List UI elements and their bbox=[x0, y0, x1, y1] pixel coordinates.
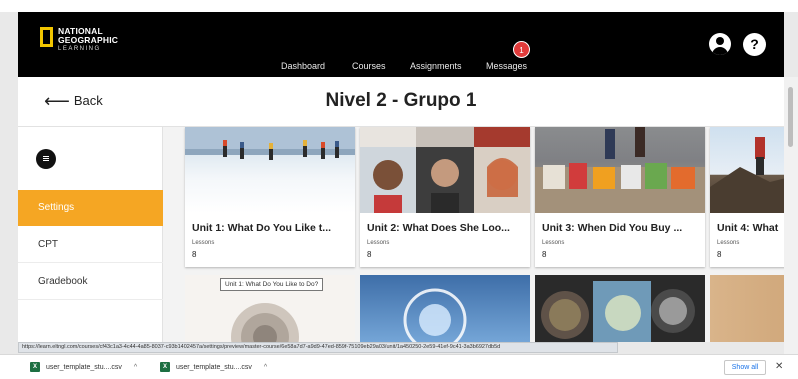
unit-3-title: Unit 3: When Did You Buy ... bbox=[542, 222, 683, 234]
unit-4-lessons-label: Lessons bbox=[717, 240, 740, 246]
unit-card-8[interactable] bbox=[710, 275, 784, 342]
unit-1-lessons-label: Lessons bbox=[192, 240, 215, 246]
unit-2-title: Unit 2: What Does She Loo... bbox=[367, 222, 510, 234]
unit-2-lessons-count: 8 bbox=[367, 250, 372, 259]
unit-1-image bbox=[185, 127, 355, 213]
logo-yellow-frame-icon bbox=[40, 27, 53, 47]
app-header: NATIONAL GEOGRAPHIC LEARNING Dashboard C… bbox=[18, 12, 784, 77]
unit-title-tooltip: Unit 1: What Do You Like to Do? bbox=[220, 278, 324, 291]
close-icon[interactable]: ✕ bbox=[775, 361, 783, 372]
nav-messages[interactable]: Messages bbox=[486, 61, 527, 71]
logo-line3: LEARNING bbox=[58, 46, 101, 52]
download-item-1-name: user_template_stu....csv bbox=[46, 363, 122, 371]
unit-card-6[interactable] bbox=[360, 275, 530, 342]
unit-4-lessons-count: 8 bbox=[717, 250, 722, 259]
unit-3-image bbox=[535, 127, 705, 213]
menu-icon[interactable] bbox=[36, 149, 56, 169]
chevron-up-icon[interactable]: ^ bbox=[264, 364, 267, 371]
title-bar: ⟵ Back Nivel 2 - Grupo 1 bbox=[18, 77, 784, 127]
unit-card-2[interactable]: Unit 2: What Does She Loo... Lessons 8 bbox=[360, 127, 530, 267]
unit-2-lessons-label: Lessons bbox=[367, 240, 390, 246]
sidebar-item-settings[interactable]: Settings bbox=[18, 190, 163, 226]
unit-card-7[interactable] bbox=[535, 275, 705, 342]
unit-1-lessons-count: 8 bbox=[192, 250, 197, 259]
unit-4-image bbox=[710, 127, 784, 213]
help-button[interactable]: ? bbox=[743, 33, 766, 56]
sidebar-item-cpt[interactable]: CPT bbox=[18, 227, 163, 263]
unit-card-1[interactable]: Unit 1: What Do You Like t... Lessons 8 bbox=[185, 127, 355, 267]
course-units-grid: Unit 1: What Do You Like t... Lessons 8 … bbox=[163, 127, 784, 342]
unit-3-lessons-label: Lessons bbox=[542, 240, 565, 246]
download-item-2[interactable]: X user_template_stu....csv ^ bbox=[160, 362, 267, 372]
status-url-bar: https://learn.eltngl.com/courses/cf43c1a… bbox=[18, 342, 618, 353]
logo-text: NATIONAL GEOGRAPHIC LEARNING bbox=[58, 27, 118, 54]
unit-2-image bbox=[360, 127, 530, 213]
unit-1-title: Unit 1: What Do You Like t... bbox=[192, 222, 332, 234]
download-item-1[interactable]: X user_template_stu....csv ^ bbox=[30, 362, 137, 372]
download-item-2-name: user_template_stu....csv bbox=[176, 363, 252, 371]
logo-line2: GEOGRAPHIC bbox=[58, 35, 119, 45]
chevron-up-icon[interactable]: ^ bbox=[134, 364, 137, 371]
unit-3-lessons-count: 8 bbox=[542, 250, 547, 259]
top-gap bbox=[0, 0, 798, 12]
nav-dashboard[interactable]: Dashboard bbox=[281, 61, 325, 71]
show-all-button[interactable]: Show all bbox=[724, 360, 766, 375]
downloads-bar: X user_template_stu....csv ^ X user_temp… bbox=[0, 354, 798, 379]
page-scrollbar[interactable] bbox=[784, 77, 798, 354]
user-avatar-icon[interactable] bbox=[709, 33, 731, 55]
sidebar-item-gradebook[interactable]: Gradebook bbox=[18, 264, 163, 300]
nav-assignments[interactable]: Assignments bbox=[410, 61, 462, 71]
unit-4-title: Unit 4: What bbox=[717, 222, 779, 234]
unit-card-3[interactable]: Unit 3: When Did You Buy ... Lessons 8 bbox=[535, 127, 705, 267]
messages-badge: 1 bbox=[513, 41, 530, 58]
nav-courses[interactable]: Courses bbox=[352, 61, 386, 71]
natgeo-logo[interactable]: NATIONAL GEOGRAPHIC LEARNING bbox=[40, 27, 118, 54]
sidebar: Settings CPT Gradebook bbox=[18, 127, 163, 342]
excel-file-icon: X bbox=[160, 362, 170, 372]
unit-card-4[interactable]: Unit 4: What Lessons 8 bbox=[710, 127, 784, 267]
excel-file-icon: X bbox=[30, 362, 40, 372]
page-title: Nivel 2 - Grupo 1 bbox=[325, 90, 477, 111]
